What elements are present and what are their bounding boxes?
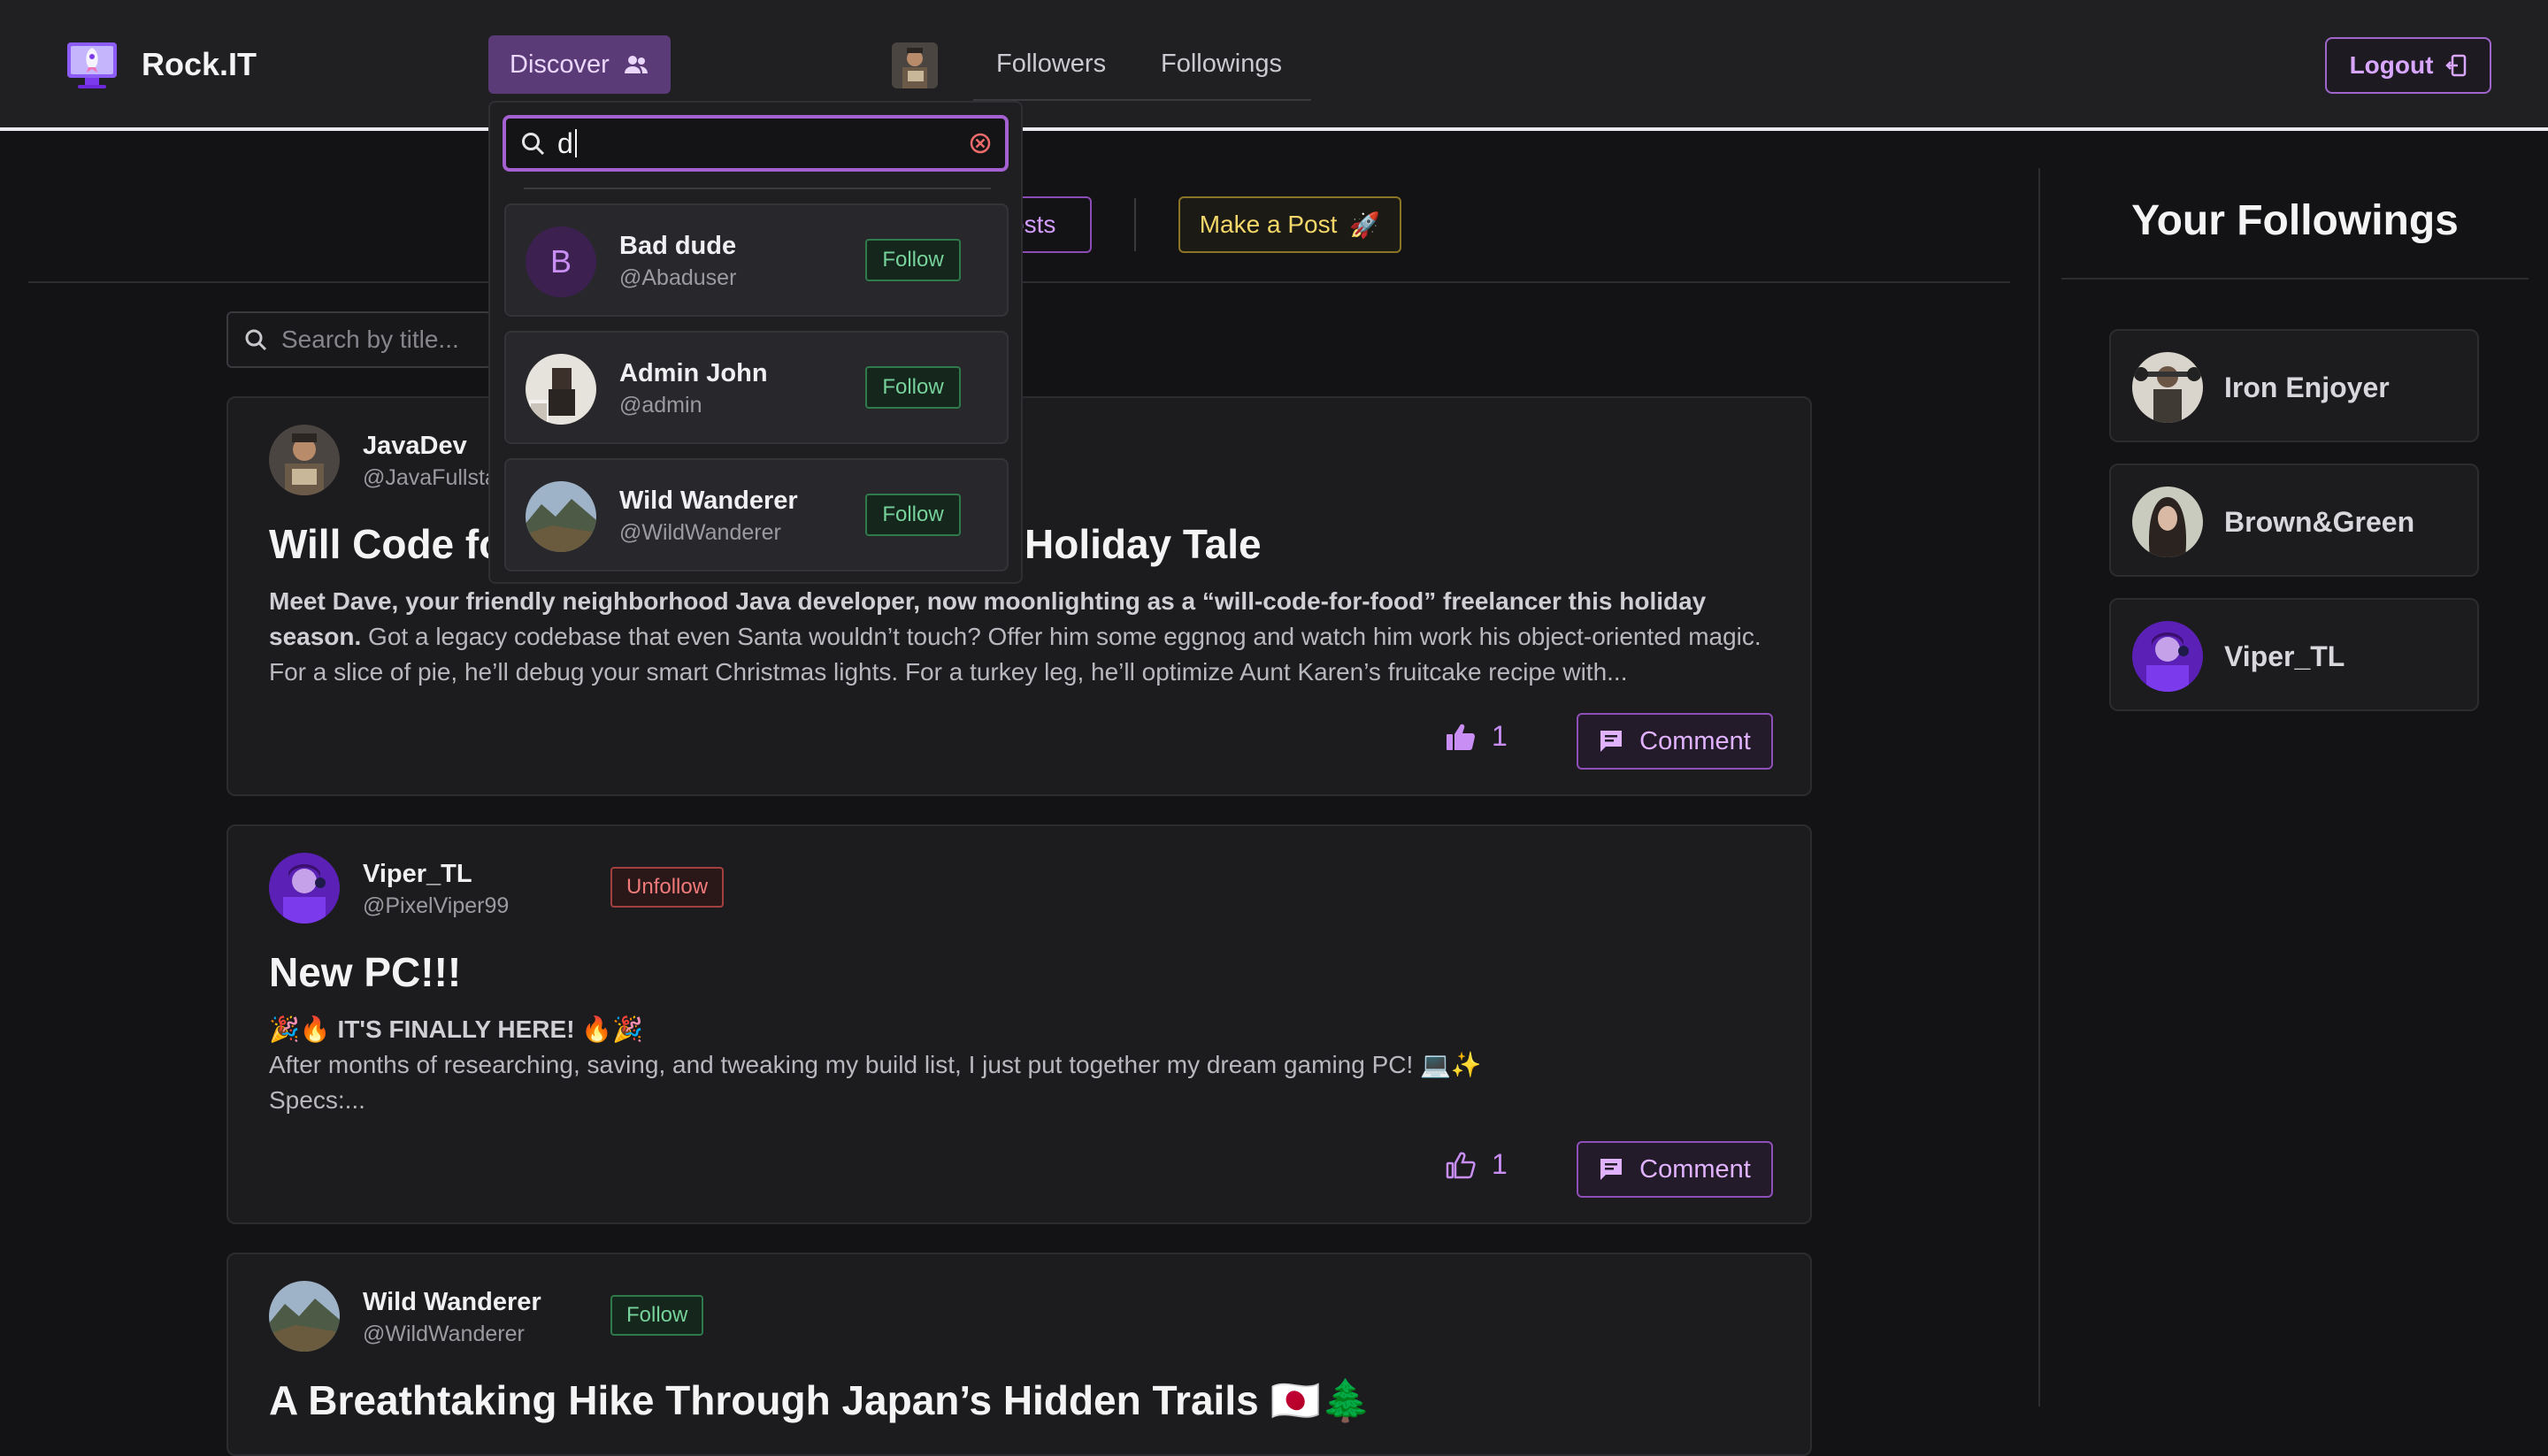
- post-excerpt-line: After months of researching, saving, and…: [269, 1051, 1482, 1078]
- rocket-monitor-logo-icon[interactable]: [64, 35, 120, 92]
- text-cursor: [574, 129, 577, 157]
- dropdown-separator: [524, 188, 991, 189]
- following-name: Viper_TL: [2224, 640, 2345, 672]
- author-handle: @PixelViper99: [363, 893, 510, 918]
- user-avatar: [526, 354, 596, 425]
- like-button[interactable]: 1: [1446, 720, 1508, 753]
- rocket-icon: 🚀: [1349, 211, 1381, 239]
- post-title-tail[interactable]: Holiday Tale: [1025, 520, 1262, 568]
- sidebar-divider: [2038, 168, 2040, 1406]
- avatar-initial: B: [526, 226, 596, 297]
- following-item[interactable]: Viper_TL: [2109, 598, 2479, 711]
- sidebar-title-divider: [2061, 278, 2529, 280]
- user-result-item[interactable]: B Bad dude @Abaduser Follow: [504, 203, 1009, 317]
- user-result-item[interactable]: Admin John @admin Follow: [504, 331, 1009, 444]
- brand-name[interactable]: Rock.IT: [142, 46, 257, 83]
- logout-label: Logout: [2349, 51, 2434, 79]
- following-name: Brown&Green: [2224, 506, 2415, 538]
- user-name: Wild Wanderer: [619, 487, 798, 515]
- thumbs-up-outline-icon: [1446, 1151, 1476, 1179]
- unfollow-button[interactable]: Unfollow: [610, 867, 725, 908]
- user-handle: @Abaduser: [619, 265, 737, 290]
- title-search-input[interactable]: Search by title...: [226, 311, 492, 368]
- following-name: Iron Enjoyer: [2224, 372, 2390, 403]
- user-result-item[interactable]: Wild Wanderer @WildWanderer Follow: [504, 458, 1009, 571]
- top-navbar: Rock.IT Discover Followers Followings Lo…: [0, 0, 2548, 131]
- author-handle: @JavaFullsta: [363, 465, 497, 490]
- post-title[interactable]: A Breathtaking Hike Through Japan’s Hidd…: [269, 1376, 1371, 1425]
- user-search-input[interactable]: d: [503, 115, 1009, 172]
- post-title[interactable]: New PC!!!: [269, 948, 461, 996]
- search-icon: [244, 328, 267, 351]
- like-button[interactable]: 1: [1446, 1148, 1508, 1181]
- post-excerpt-line: Specs:...: [269, 1086, 365, 1114]
- author-avatar[interactable]: [269, 1281, 340, 1352]
- toolbar-separator: [1134, 198, 1136, 251]
- post-card: Viper_TL @PixelViper99 Unfollow New PC!!…: [226, 824, 1812, 1224]
- search-placeholder: Search by title...: [281, 326, 459, 353]
- author-name[interactable]: Wild Wanderer: [363, 1288, 541, 1317]
- following-avatar: [2132, 487, 2203, 557]
- post-excerpt-rest: Got a legacy codebase that even Santa wo…: [269, 623, 1761, 686]
- follow-button[interactable]: Follow: [865, 366, 961, 409]
- user-handle: @WildWanderer: [619, 520, 781, 545]
- comment-label: Comment: [1639, 1154, 1751, 1184]
- user-avatar: B: [526, 226, 596, 297]
- author-avatar[interactable]: [269, 425, 340, 495]
- make-post-button[interactable]: Make a Post 🚀: [1178, 196, 1401, 253]
- logout-icon: [2445, 54, 2467, 77]
- comment-button[interactable]: Comment: [1577, 713, 1773, 770]
- comment-button[interactable]: Comment: [1577, 1141, 1773, 1198]
- sidebar-title: Your Followings: [2131, 197, 2459, 244]
- following-item[interactable]: Brown&Green: [2109, 464, 2479, 577]
- user-name: Admin John: [619, 359, 768, 387]
- user-search-value: d: [557, 126, 573, 159]
- follow-button[interactable]: Follow: [610, 1295, 704, 1336]
- discover-label: Discover: [510, 50, 610, 79]
- search-icon: [520, 131, 545, 156]
- post-excerpt: 🎉🔥 IT'S FINALLY HERE! 🔥🎉 After months of…: [269, 1012, 1773, 1118]
- clear-search-icon[interactable]: [968, 131, 993, 156]
- discover-button[interactable]: Discover: [488, 35, 671, 94]
- discover-dropdown: d B Bad dude @Abaduser Follow Admin John…: [488, 101, 1023, 584]
- user-avatar: [526, 481, 596, 552]
- author-name[interactable]: JavaDev: [363, 432, 467, 461]
- author-handle: @WildWanderer: [363, 1322, 525, 1346]
- comment-icon: [1599, 1157, 1623, 1182]
- following-avatar: [2132, 352, 2203, 423]
- current-user-avatar[interactable]: [892, 42, 938, 88]
- following-avatar: [2132, 621, 2203, 692]
- nav-followers-link[interactable]: Followers: [996, 50, 1106, 79]
- follow-button[interactable]: Follow: [865, 494, 961, 536]
- like-count: 1: [1492, 720, 1508, 752]
- follow-button[interactable]: Follow: [865, 239, 961, 281]
- comment-label: Comment: [1639, 726, 1751, 755]
- post-card: Wild Wanderer @WildWanderer Follow A Bre…: [226, 1253, 1812, 1456]
- post-title[interactable]: Will Code fo: [269, 520, 503, 568]
- nav-followings-link[interactable]: Followings: [1161, 50, 1282, 79]
- like-count: 1: [1492, 1148, 1508, 1180]
- user-name: Bad dude: [619, 232, 737, 260]
- author-name[interactable]: Viper_TL: [363, 860, 472, 889]
- logout-button[interactable]: Logout: [2325, 37, 2491, 94]
- comment-icon: [1599, 729, 1623, 754]
- following-item[interactable]: Iron Enjoyer: [2109, 329, 2479, 442]
- thumbs-up-filled-icon: [1446, 723, 1476, 751]
- users-icon: [624, 54, 649, 75]
- nav-underline: [973, 99, 1311, 101]
- author-avatar[interactable]: [269, 853, 340, 923]
- user-handle: @admin: [619, 393, 702, 418]
- make-post-label: Make a Post: [1199, 211, 1338, 238]
- post-excerpt-line: 🎉🔥 IT'S FINALLY HERE! 🔥🎉: [269, 1015, 644, 1043]
- post-excerpt: Meet Dave, your friendly neighborhood Ja…: [269, 584, 1773, 690]
